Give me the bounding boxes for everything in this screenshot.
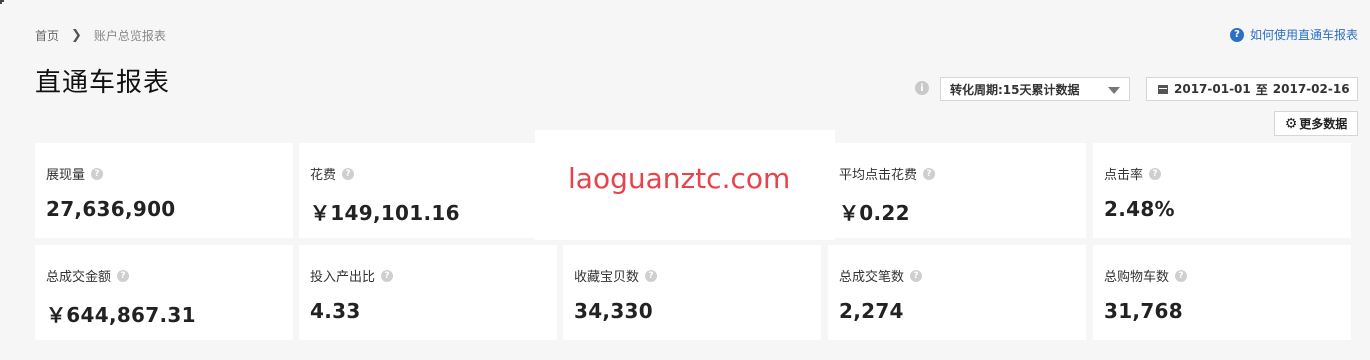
metric-value: 4.33 xyxy=(310,299,361,323)
question-icon[interactable]: ? xyxy=(645,269,658,282)
metric-card-roi: 投入产出比? 4.33 xyxy=(299,245,557,340)
metric-label: 花费 xyxy=(310,168,337,183)
metric-label: 总成交笔数 xyxy=(839,270,905,285)
caret-down-icon xyxy=(1108,87,1120,94)
metric-card-avg-cpc: 平均点击花费? ￥0.22 xyxy=(828,143,1086,238)
chevron-right-icon: ❯ xyxy=(71,28,82,43)
date-range-separator: 至 xyxy=(1255,82,1268,97)
metric-value: ￥644,867.31 xyxy=(46,303,196,327)
question-icon[interactable]: ? xyxy=(91,167,104,180)
more-data-button[interactable]: ⚙ 更多数据 xyxy=(1274,111,1358,136)
more-data-label: 更多数据 xyxy=(1299,117,1348,131)
question-icon[interactable]: ? xyxy=(1149,167,1162,180)
question-icon[interactable]: ? xyxy=(117,269,130,282)
question-icon[interactable]: ? xyxy=(923,167,936,180)
metric-value: 34,330 xyxy=(574,299,653,323)
breadcrumb-current: 账户总览报表 xyxy=(93,29,166,43)
gear-icon: ⚙ xyxy=(1284,115,1298,132)
metric-label: 总购物车数 xyxy=(1104,270,1170,285)
help-link[interactable]: ? 如何使用直通车报表 xyxy=(1229,26,1358,43)
question-icon[interactable]: ? xyxy=(1175,269,1188,282)
breadcrumb: 首页 ❯ 账户总览报表 xyxy=(35,27,166,44)
question-icon[interactable]: ? xyxy=(910,269,923,282)
metric-label: 总成交金额 xyxy=(46,270,112,285)
metric-card-cost: 花费? ￥149,101.16 xyxy=(299,143,557,238)
metric-card-gmv: 总成交金额? ￥644,867.31 xyxy=(35,245,293,340)
metric-card-impressions: 展现量? 27,636,900 xyxy=(35,143,293,238)
metric-card-favorites: 收藏宝贝数? 34,330 xyxy=(563,245,821,340)
metric-value: ￥149,101.16 xyxy=(310,201,460,225)
metric-label: 投入产出比 xyxy=(310,270,376,285)
metric-label: 平均点击花费 xyxy=(839,168,918,183)
help-link-label: 如何使用直通车报表 xyxy=(1249,28,1358,42)
info-icon[interactable]: i xyxy=(915,81,929,95)
metric-card-cart: 总购物车数? 31,768 xyxy=(1093,245,1351,340)
metric-value: 31,768 xyxy=(1104,299,1183,323)
date-range-end: 2017-02-16 xyxy=(1272,82,1350,96)
question-icon[interactable]: ? xyxy=(342,167,355,180)
corner-mark xyxy=(0,0,4,4)
metric-value: 27,636,900 xyxy=(46,197,176,221)
metric-label: 点击率 xyxy=(1104,168,1144,183)
metric-value: 2.48% xyxy=(1104,197,1175,221)
help-icon: ? xyxy=(1229,27,1244,42)
question-icon[interactable]: ? xyxy=(381,269,394,282)
date-range-start: 2017-01-01 xyxy=(1174,82,1251,96)
date-range-picker[interactable]: 2017-01-01 至 2017-02-16 xyxy=(1146,77,1358,101)
conversion-period-value: 转化周期:15天累计数据 xyxy=(950,82,1080,97)
metric-label: 展现量 xyxy=(46,168,86,183)
metric-label: 收藏宝贝数 xyxy=(574,270,640,285)
metric-card-ctr: 点击率? 2.48% xyxy=(1093,143,1351,238)
metric-value: ￥0.22 xyxy=(839,201,910,225)
watermark-text: laoguanztc.com xyxy=(568,162,791,195)
calendar-icon xyxy=(1158,84,1168,94)
breadcrumb-home[interactable]: 首页 xyxy=(35,27,59,44)
watermark-overlay: laoguanztc.com xyxy=(535,130,835,240)
conversion-period-select[interactable]: 转化周期:15天累计数据 xyxy=(940,77,1130,101)
page-title: 直通车报表 xyxy=(35,68,171,98)
metric-value: 2,274 xyxy=(839,299,904,323)
metric-card-orders: 总成交笔数? 2,274 xyxy=(828,245,1086,340)
